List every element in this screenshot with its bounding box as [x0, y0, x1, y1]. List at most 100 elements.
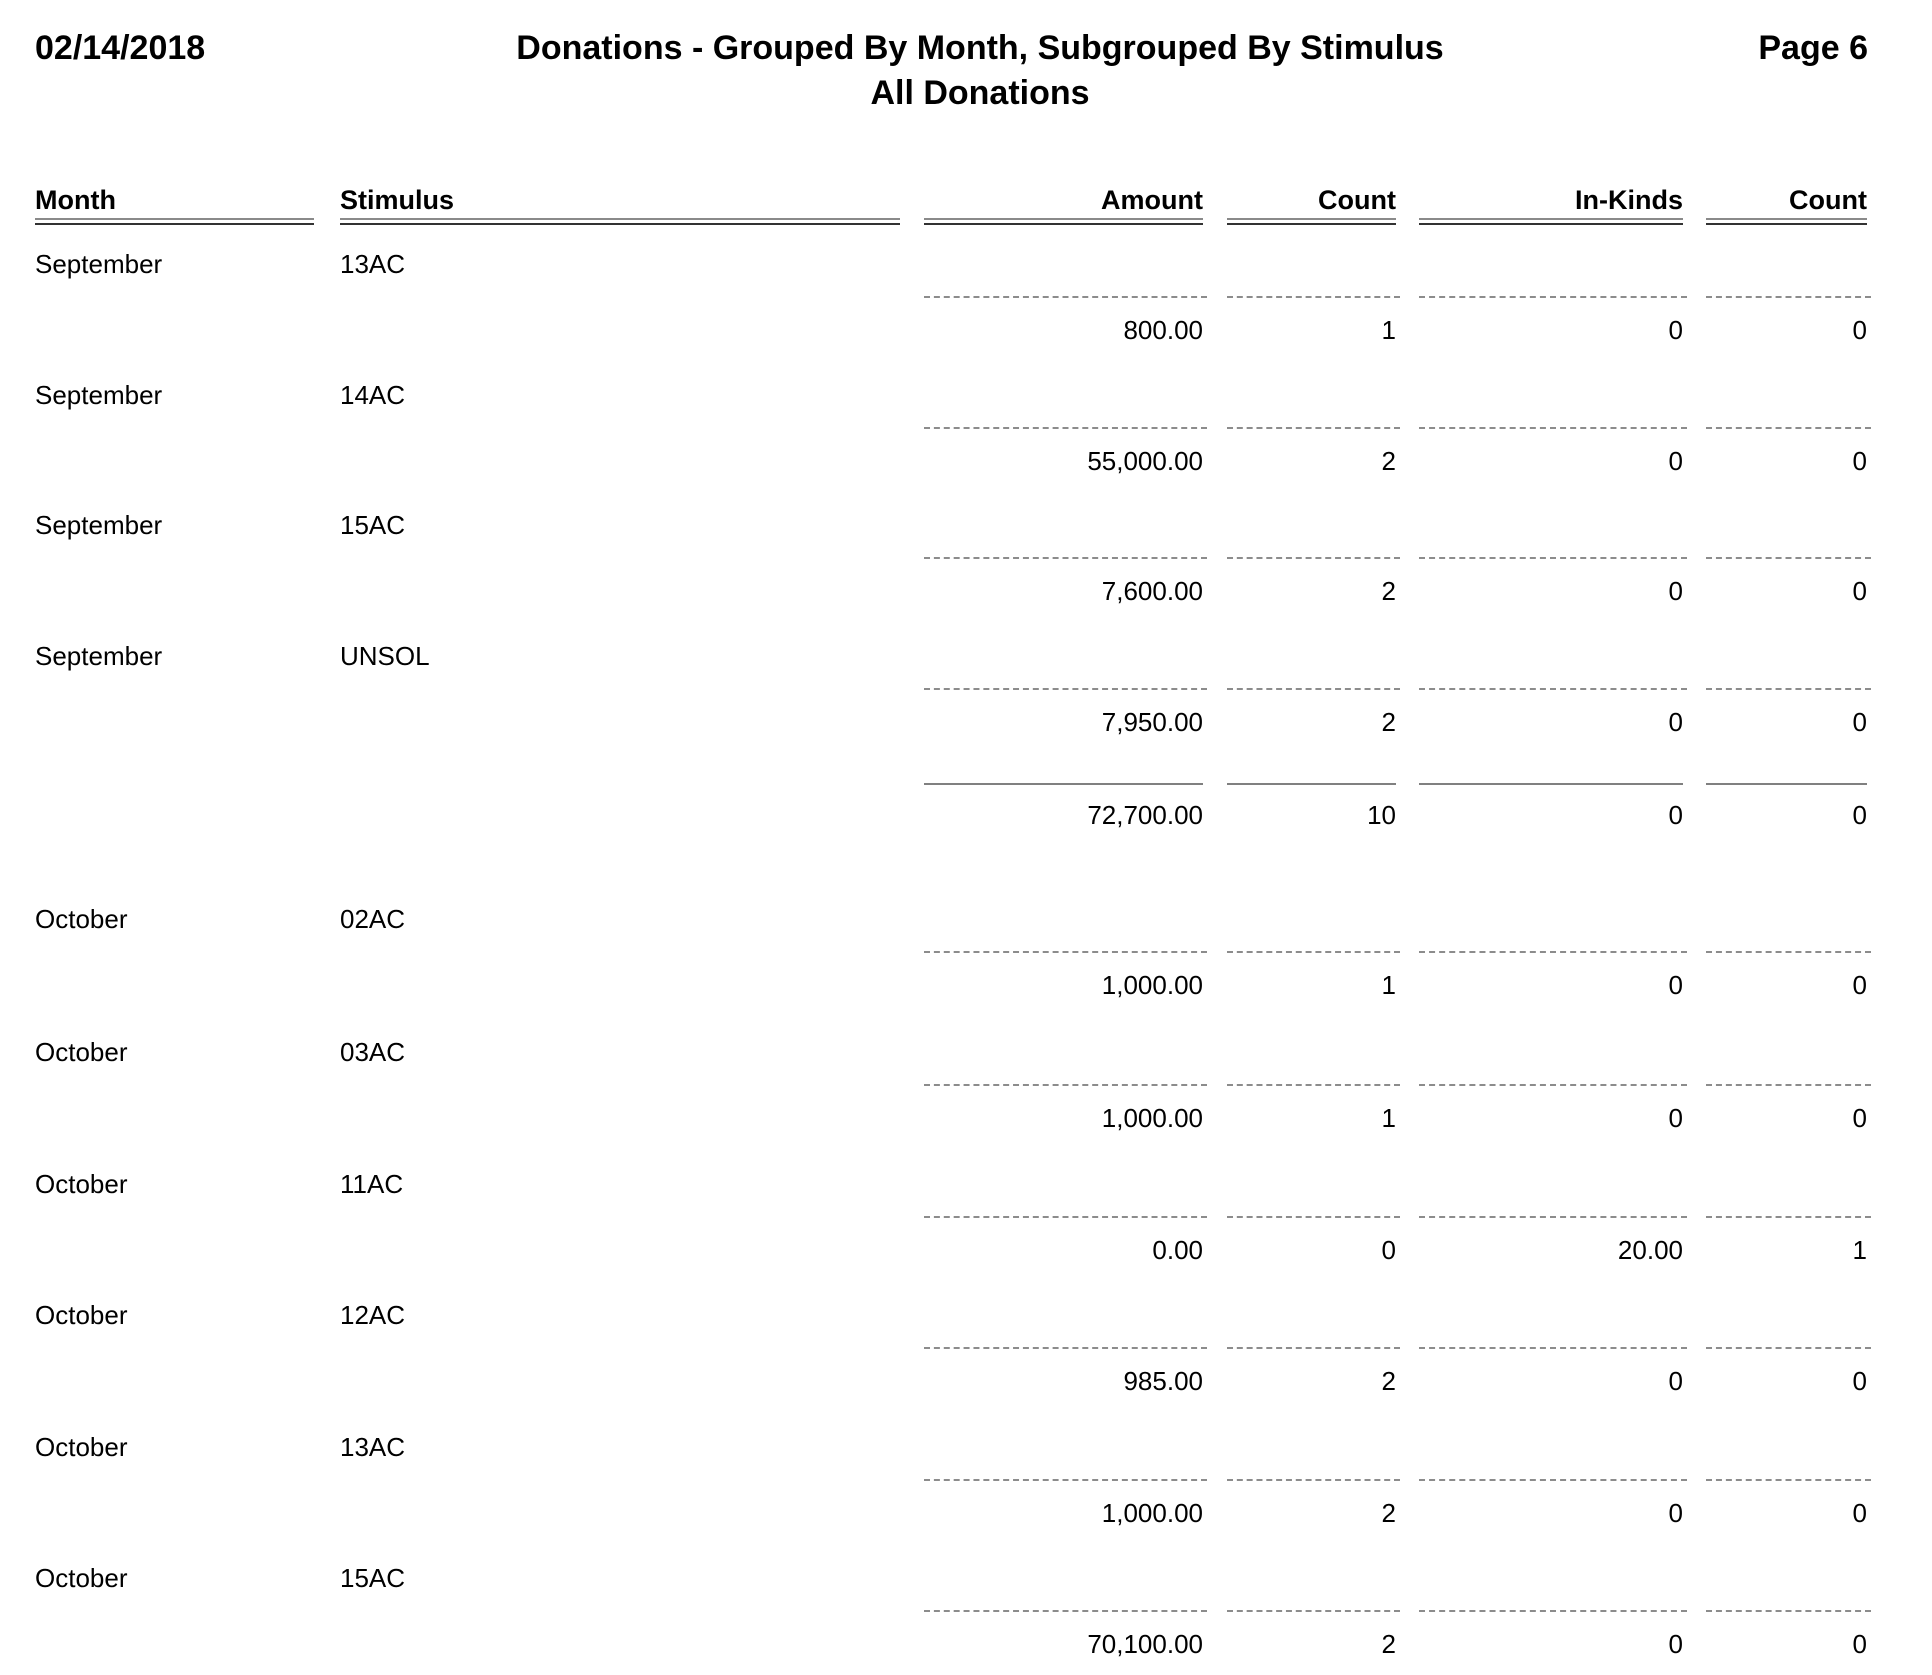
- row-separator: [1419, 1216, 1687, 1218]
- row-separator: [1706, 951, 1871, 953]
- row-amount: 0.00: [1152, 1235, 1203, 1265]
- row-in-kinds: 0: [1668, 1366, 1683, 1396]
- row-separator: [1227, 1084, 1400, 1086]
- row-in-kinds: 20.00: [1617, 1235, 1683, 1265]
- row-in-kinds-count: 0: [1852, 1498, 1867, 1528]
- row-separator: [1706, 1347, 1871, 1349]
- row-month: October: [35, 904, 128, 934]
- row-separator: [1419, 951, 1687, 953]
- row-month: October: [35, 1037, 128, 1067]
- row-separator: [924, 296, 1207, 298]
- row-separator: [1227, 688, 1400, 690]
- report-title: Donations - Grouped By Month, Subgrouped…: [516, 29, 1444, 67]
- header-rule-amount: [924, 218, 1203, 225]
- subtotal-rule: [1419, 783, 1683, 785]
- column-header-stimulus: Stimulus: [340, 185, 455, 215]
- subtotal-in-kinds: 0: [1668, 800, 1683, 830]
- row-stimulus: UNSOL: [340, 641, 430, 671]
- row-separator: [1227, 951, 1400, 953]
- subtotal-rule: [1706, 783, 1867, 785]
- row-in-kinds-count: 0: [1852, 446, 1867, 476]
- row-in-kinds: 0: [1668, 576, 1683, 606]
- header-rule-in-kinds-count: [1706, 218, 1867, 225]
- row-stimulus: 15AC: [340, 1563, 406, 1593]
- row-in-kinds-count: 0: [1852, 1629, 1867, 1659]
- column-header-amount: Amount: [1101, 185, 1203, 215]
- row-month: September: [35, 249, 163, 279]
- row-in-kinds: 0: [1668, 446, 1683, 476]
- row-separator: [1419, 688, 1687, 690]
- row-separator: [924, 1479, 1207, 1481]
- header-rule-in-kinds: [1419, 218, 1683, 225]
- row-separator: [1419, 296, 1687, 298]
- column-header-in-kinds-count: Count: [1789, 185, 1867, 215]
- row-separator: [1419, 1347, 1687, 1349]
- row-stimulus: 13AC: [340, 1432, 406, 1462]
- row-in-kinds-count: 0: [1852, 315, 1867, 345]
- row-month: October: [35, 1169, 128, 1199]
- row-separator: [1227, 296, 1400, 298]
- row-in-kinds: 0: [1668, 970, 1683, 1000]
- row-stimulus: 13AC: [340, 249, 406, 279]
- row-amount: 1,000.00: [1101, 970, 1203, 1000]
- row-separator: [1706, 427, 1871, 429]
- header-rule-month: [35, 218, 314, 225]
- row-separator: [1419, 557, 1687, 559]
- row-month: October: [35, 1563, 128, 1593]
- column-header-in-kinds: In-Kinds: [1575, 185, 1683, 215]
- header-rule-stimulus: [340, 218, 900, 225]
- row-separator: [924, 557, 1207, 559]
- row-month: September: [35, 641, 163, 671]
- row-separator: [1706, 688, 1871, 690]
- row-separator: [1706, 557, 1871, 559]
- row-separator: [1227, 1610, 1400, 1612]
- row-in-kinds-count: 0: [1852, 1366, 1867, 1396]
- page-number: Page 6: [1758, 29, 1868, 67]
- row-amount: 55,000.00: [1087, 446, 1203, 476]
- row-month: October: [35, 1300, 128, 1330]
- row-in-kinds-count: 0: [1852, 970, 1867, 1000]
- row-separator: [1706, 1479, 1871, 1481]
- row-count: 2: [1381, 1366, 1396, 1396]
- row-amount: 7,600.00: [1101, 576, 1203, 606]
- row-in-kinds: 0: [1668, 707, 1683, 737]
- row-count: 1: [1381, 315, 1396, 345]
- row-in-kinds: 0: [1668, 315, 1683, 345]
- row-month: September: [35, 510, 163, 540]
- row-separator: [1419, 1610, 1687, 1612]
- row-in-kinds: 0: [1668, 1629, 1683, 1659]
- row-count: 0: [1381, 1235, 1396, 1265]
- row-separator: [1419, 1479, 1687, 1481]
- row-amount: 985.00: [1123, 1366, 1203, 1396]
- row-amount: 7,950.00: [1101, 707, 1203, 737]
- row-separator: [1419, 427, 1687, 429]
- row-separator: [924, 1084, 1207, 1086]
- row-in-kinds: 0: [1668, 1103, 1683, 1133]
- subtotal-rule: [1227, 783, 1396, 785]
- row-separator: [1706, 1216, 1871, 1218]
- column-header-month: Month: [35, 185, 116, 215]
- row-separator: [1227, 557, 1400, 559]
- row-separator: [924, 1347, 1207, 1349]
- row-in-kinds: 0: [1668, 1498, 1683, 1528]
- row-separator: [924, 688, 1207, 690]
- row-separator: [1706, 296, 1871, 298]
- row-in-kinds-count: 0: [1852, 707, 1867, 737]
- row-count: 2: [1381, 446, 1396, 476]
- row-separator: [1706, 1084, 1871, 1086]
- subtotal-amount: 72,700.00: [1087, 800, 1203, 830]
- row-separator: [1227, 1347, 1400, 1349]
- row-separator: [924, 1216, 1207, 1218]
- header-rule-count: [1227, 218, 1396, 225]
- row-count: 2: [1381, 1629, 1396, 1659]
- row-stimulus: 03AC: [340, 1037, 406, 1067]
- row-separator: [1227, 1216, 1400, 1218]
- row-amount: 1,000.00: [1101, 1103, 1203, 1133]
- row-in-kinds-count: 1: [1852, 1235, 1867, 1265]
- row-separator: [924, 427, 1207, 429]
- row-stimulus: 12AC: [340, 1300, 406, 1330]
- subtotal-rule: [924, 783, 1203, 785]
- report-subtitle: All Donations: [870, 74, 1090, 112]
- row-stimulus: 14AC: [340, 380, 406, 410]
- row-stimulus: 11AC: [340, 1169, 404, 1199]
